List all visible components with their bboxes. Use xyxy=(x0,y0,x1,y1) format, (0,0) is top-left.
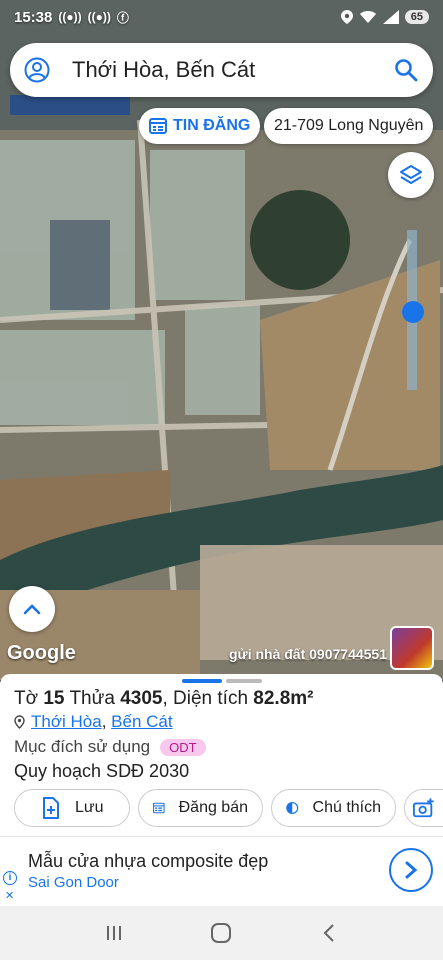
wifi-calling-icon: ((●)) xyxy=(58,10,82,24)
signal-icon xyxy=(382,10,399,24)
contrast-icon xyxy=(286,802,299,814)
search-bar[interactable]: Thới Hòa, Bến Cát xyxy=(10,43,433,97)
location-separator: , xyxy=(101,712,107,731)
recent-apps-icon xyxy=(106,926,121,940)
purpose-row: Mục đích sử dụng ODT xyxy=(14,737,206,757)
back-button[interactable] xyxy=(309,913,349,953)
to-value: 15 xyxy=(43,688,65,709)
parcel-location: Thới Hòa, Bến Cát xyxy=(14,712,173,732)
dien-tich-label: , Diện tích xyxy=(162,688,249,709)
ad-close-icon[interactable]: ✕ xyxy=(5,889,14,902)
dien-tich-value: 82.8m² xyxy=(253,688,314,709)
add-photo-button[interactable] xyxy=(404,789,443,827)
listing-icon xyxy=(149,118,167,134)
home-button[interactable] xyxy=(201,913,241,953)
ad-title[interactable]: Mẫu cửa nhựa composite đẹp xyxy=(28,851,268,872)
clock: 15:38 xyxy=(14,8,53,26)
sheet-handle-inactive[interactable] xyxy=(226,679,262,683)
search-query[interactable]: Thới Hòa, Bến Cát xyxy=(72,57,393,83)
home-icon xyxy=(211,923,232,943)
status-bar: 15:38 ((●)) ((●)) ⓕ 65 xyxy=(0,0,443,34)
to-label: Tờ xyxy=(14,688,39,709)
google-logo: Google xyxy=(7,642,76,664)
chevron-up-icon xyxy=(23,604,41,615)
ad-brand[interactable]: Sai Gon Door xyxy=(28,874,119,891)
profile-icon[interactable] xyxy=(24,57,50,83)
wifi-calling-icon: ((●)) xyxy=(87,10,111,24)
legend-button[interactable]: Chú thích xyxy=(271,789,396,827)
tin-dang-label: TIN ĐĂNG xyxy=(173,117,251,134)
add-file-icon xyxy=(43,797,59,819)
map-ad-thumbnail[interactable] xyxy=(390,626,434,670)
location-pin-icon xyxy=(14,715,25,729)
purpose-label: Mục đích sử dụng xyxy=(14,737,151,756)
map-ad-caption: gửi nhà đất 0907744551 xyxy=(229,646,387,662)
layers-button[interactable] xyxy=(388,152,434,198)
thua-label: Thửa xyxy=(69,688,115,709)
add-photo-icon xyxy=(413,798,434,818)
system-nav-bar xyxy=(0,906,443,960)
ward-link[interactable]: Thới Hòa xyxy=(31,712,102,731)
sheet-handle-active[interactable] xyxy=(182,679,222,683)
thua-value: 4305 xyxy=(120,688,163,709)
recent-apps-button[interactable] xyxy=(94,913,134,953)
save-button[interactable]: Lưu xyxy=(14,789,130,827)
address-chip[interactable]: 21-709 Long Nguyên xyxy=(264,108,433,144)
facebook-icon: ⓕ xyxy=(116,10,129,25)
legend-label: Chú thích xyxy=(312,799,381,816)
ad-info-icon[interactable]: i xyxy=(3,871,17,885)
action-row: Lưu Đăng bán Chú thích xyxy=(14,789,443,827)
post-sale-button[interactable]: Đăng bán xyxy=(138,789,263,827)
layers-icon xyxy=(400,165,422,184)
tin-dang-chip[interactable]: TIN ĐĂNG xyxy=(139,108,261,144)
location-icon xyxy=(340,10,353,24)
battery-indicator: 65 xyxy=(404,10,429,24)
district-link[interactable]: Bến Cát xyxy=(111,712,172,731)
purpose-badge: ODT xyxy=(160,738,206,756)
ad-banner[interactable]: i ✕ Mẫu cửa nhựa composite đẹp Sai Gon D… xyxy=(0,836,443,906)
chevron-right-icon xyxy=(405,861,418,879)
map-imagery xyxy=(0,0,443,680)
address-label: 21-709 Long Nguyên xyxy=(274,117,424,134)
listing-icon xyxy=(153,802,165,814)
back-icon xyxy=(323,924,334,942)
search-icon[interactable] xyxy=(393,57,419,83)
expand-up-button[interactable] xyxy=(9,586,55,632)
wifi-icon xyxy=(359,11,376,23)
post-sale-label: Đăng bán xyxy=(178,799,248,816)
save-label: Lưu xyxy=(75,799,104,816)
ad-open-button[interactable] xyxy=(389,848,433,892)
plan-label: Quy hoạch SDĐ 2030 xyxy=(14,761,190,781)
parcel-title: Tờ 15 Thửa 4305, Diện tích 82.8m² xyxy=(14,688,314,710)
satellite-map[interactable] xyxy=(0,0,443,680)
